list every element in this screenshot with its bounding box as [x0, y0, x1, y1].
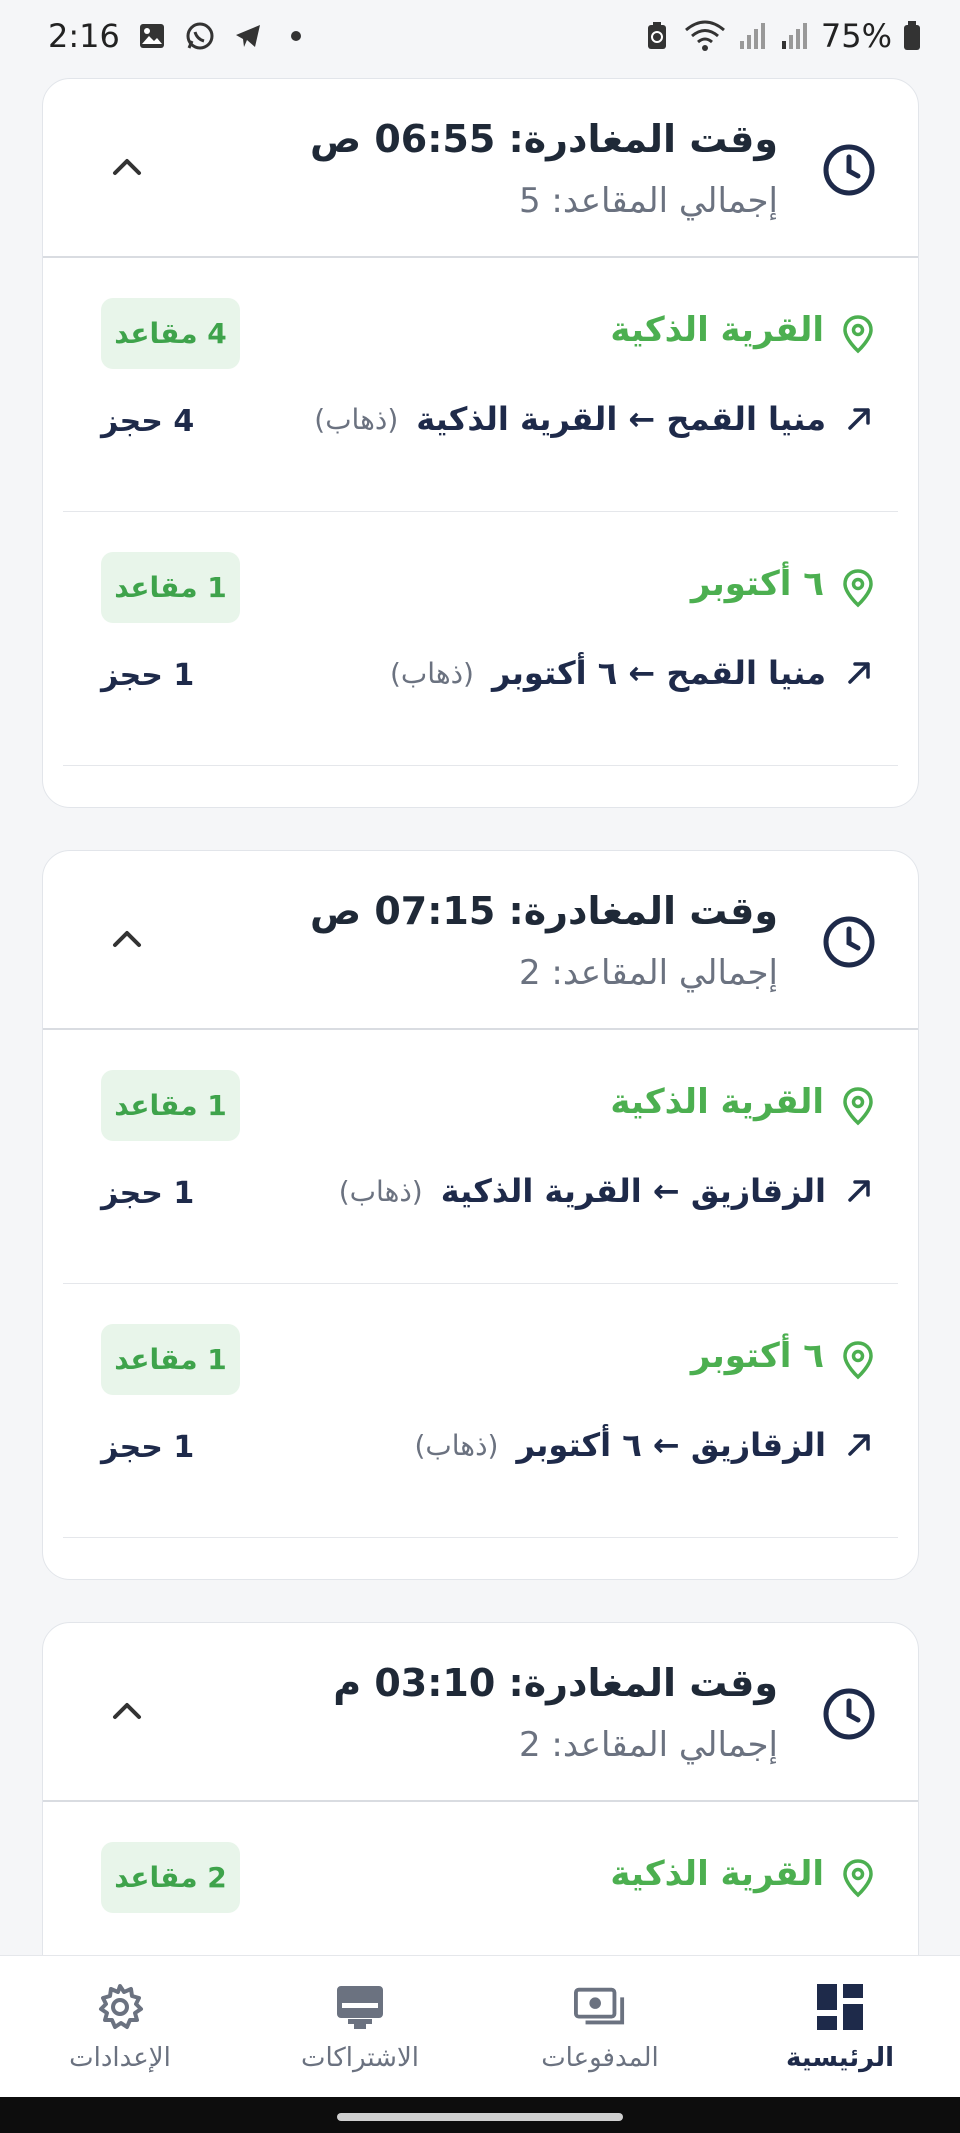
- location-pin-icon: [843, 569, 873, 608]
- total-seats: إجمالي المقاعد: 5: [518, 181, 778, 221]
- arrow-up-right-icon: [848, 662, 870, 684]
- stop-item: ٦ أكتوبر 1 مقاعد منيا القمح ← ٦ أكتوبر (…: [63, 512, 898, 766]
- total-seats: إجمالي المقاعد: 2: [518, 953, 778, 993]
- stop-name: ٦ أكتوبر: [690, 564, 824, 604]
- battery-icon: [902, 20, 922, 52]
- whatsapp-icon: [184, 20, 216, 52]
- bookings-count: 1 حجز: [101, 1176, 195, 1211]
- clock-icon: [823, 1688, 875, 1740]
- route-text: منيا القمح ← القرية الذكية: [416, 400, 826, 438]
- route-direction: (ذهاب): [338, 1174, 423, 1208]
- clock-icon: [823, 144, 875, 196]
- stop-name: القرية الذكية: [610, 1854, 824, 1894]
- bookings-count: 1 حجز: [101, 1430, 195, 1465]
- nav-settings-label: الإعدادات: [69, 2042, 171, 2073]
- route-direction: (ذهاب): [390, 656, 474, 690]
- arrow-up-right-icon: [848, 408, 870, 430]
- signal-icon-1: [737, 20, 769, 52]
- nav-subscriptions[interactable]: الاشتراكات: [260, 1981, 460, 2073]
- trip-card: وقت المغادرة: 06:55 ص إجمالي المقاعد: 5 …: [42, 78, 919, 808]
- trip-card: وقت المغادرة: 07:15 ص إجمالي المقاعد: 2 …: [42, 850, 919, 1580]
- seats-badge: 1 مقاعد: [101, 1324, 240, 1395]
- stop-item: ٦ أكتوبر 1 مقاعد الزقازيق ← ٦ أكتوبر (ذه…: [63, 1284, 898, 1538]
- total-seats: إجمالي المقاعد: 2: [518, 1725, 778, 1765]
- location-pin-icon: [843, 1341, 873, 1380]
- departure-time: وقت المغادرة: 06:55 ص: [309, 117, 778, 161]
- location-pin-icon: [843, 1087, 873, 1126]
- bookings-count: 4 حجز: [101, 404, 195, 439]
- dashboard-icon: [814, 1981, 866, 2033]
- status-right: 75%: [641, 17, 922, 55]
- seats-badge: 4 مقاعد: [101, 298, 240, 369]
- status-bar: 2:16 75%: [0, 0, 960, 72]
- nav-home[interactable]: الرئيسية: [740, 1981, 940, 2073]
- route-row: الزقازيق ← القرية الذكية (ذهاب): [339, 1172, 874, 1210]
- nav-home-label: الرئيسية: [785, 2042, 895, 2073]
- card-stack-icon: [334, 1981, 386, 2033]
- route-row: الزقازيق ← ٦ أكتوبر (ذهاب): [414, 1426, 874, 1464]
- trip-card: وقت المغادرة: 03:10 م إجمالي المقاعد: 2 …: [42, 1622, 919, 1955]
- route-direction: (ذهاب): [414, 1428, 499, 1462]
- stop-name: القرية الذكية: [610, 310, 824, 350]
- wifi-icon: [683, 20, 727, 52]
- home-gesture-handle[interactable]: [337, 2113, 623, 2121]
- seats-badge: 1 مقاعد: [101, 552, 240, 623]
- nav-subscriptions-label: الاشتراكات: [300, 2042, 420, 2073]
- nav-settings[interactable]: الإعدادات: [20, 1981, 220, 2073]
- chevron-up-icon[interactable]: [109, 921, 145, 957]
- gear-icon: [94, 1981, 146, 2033]
- battery-percent: 75%: [820, 17, 892, 55]
- stop-item: القرية الذكية 2 مقاعد: [63, 1802, 898, 1955]
- route-direction: (ذهاب): [314, 402, 399, 436]
- route-row: منيا القمح ← ٦ أكتوبر (ذهاب): [390, 654, 874, 692]
- clock-icon: [823, 916, 875, 968]
- telegram-icon: [232, 20, 264, 52]
- status-time: 2:16: [48, 17, 120, 55]
- trips-list[interactable]: وقت المغادرة: 06:55 ص إجمالي المقاعد: 5 …: [0, 72, 960, 1955]
- notification-dot-icon: [280, 20, 312, 52]
- stop-name: ٦ أكتوبر: [690, 1336, 824, 1376]
- location-pin-icon: [843, 315, 873, 354]
- nav-payments-label: المدفوعات: [541, 2042, 659, 2073]
- trip-card-header[interactable]: وقت المغادرة: 03:10 م إجمالي المقاعد: 2: [43, 1623, 918, 1802]
- seats-badge: 1 مقاعد: [101, 1070, 240, 1141]
- arrow-up-right-icon: [848, 1180, 870, 1202]
- route-text: الزقازيق ← ٦ أكتوبر: [516, 1426, 826, 1464]
- bookings-count: 1 حجز: [101, 658, 195, 693]
- chevron-up-icon[interactable]: [109, 1693, 145, 1729]
- stop-item: القرية الذكية 1 مقاعد الزقازيق ← القرية …: [63, 1030, 898, 1284]
- trip-card-header[interactable]: وقت المغادرة: 06:55 ص إجمالي المقاعد: 5: [43, 79, 918, 258]
- status-left: 2:16: [48, 17, 312, 55]
- route-text: الزقازيق ← القرية الذكية: [440, 1172, 826, 1210]
- route-text: منيا القمح ← ٦ أكتوبر: [491, 654, 826, 692]
- battery-saver-icon: [641, 20, 673, 52]
- departure-time: وقت المغادرة: 03:10 م: [333, 1661, 778, 1705]
- bottom-navigation: الإعدادات الاشتراكات المدفوعات الرئيسية: [0, 1955, 960, 2097]
- signal-icon-2: [779, 20, 811, 52]
- location-pin-icon: [843, 1859, 873, 1898]
- arrow-up-right-icon: [848, 1434, 870, 1456]
- chevron-up-icon[interactable]: [109, 149, 145, 185]
- gallery-icon: [136, 20, 168, 52]
- payments-icon: [574, 1981, 626, 2033]
- route-row: منيا القمح ← القرية الذكية (ذهاب): [314, 400, 874, 438]
- system-gesture-bar: [0, 2097, 960, 2133]
- departure-time: وقت المغادرة: 07:15 ص: [309, 889, 778, 933]
- trip-card-header[interactable]: وقت المغادرة: 07:15 ص إجمالي المقاعد: 2: [43, 851, 918, 1030]
- seats-badge: 2 مقاعد: [101, 1842, 240, 1913]
- nav-payments[interactable]: المدفوعات: [500, 1981, 700, 2073]
- stop-name: القرية الذكية: [610, 1082, 824, 1122]
- stop-item: القرية الذكية 4 مقاعد منيا القمح ← القري…: [63, 258, 898, 512]
